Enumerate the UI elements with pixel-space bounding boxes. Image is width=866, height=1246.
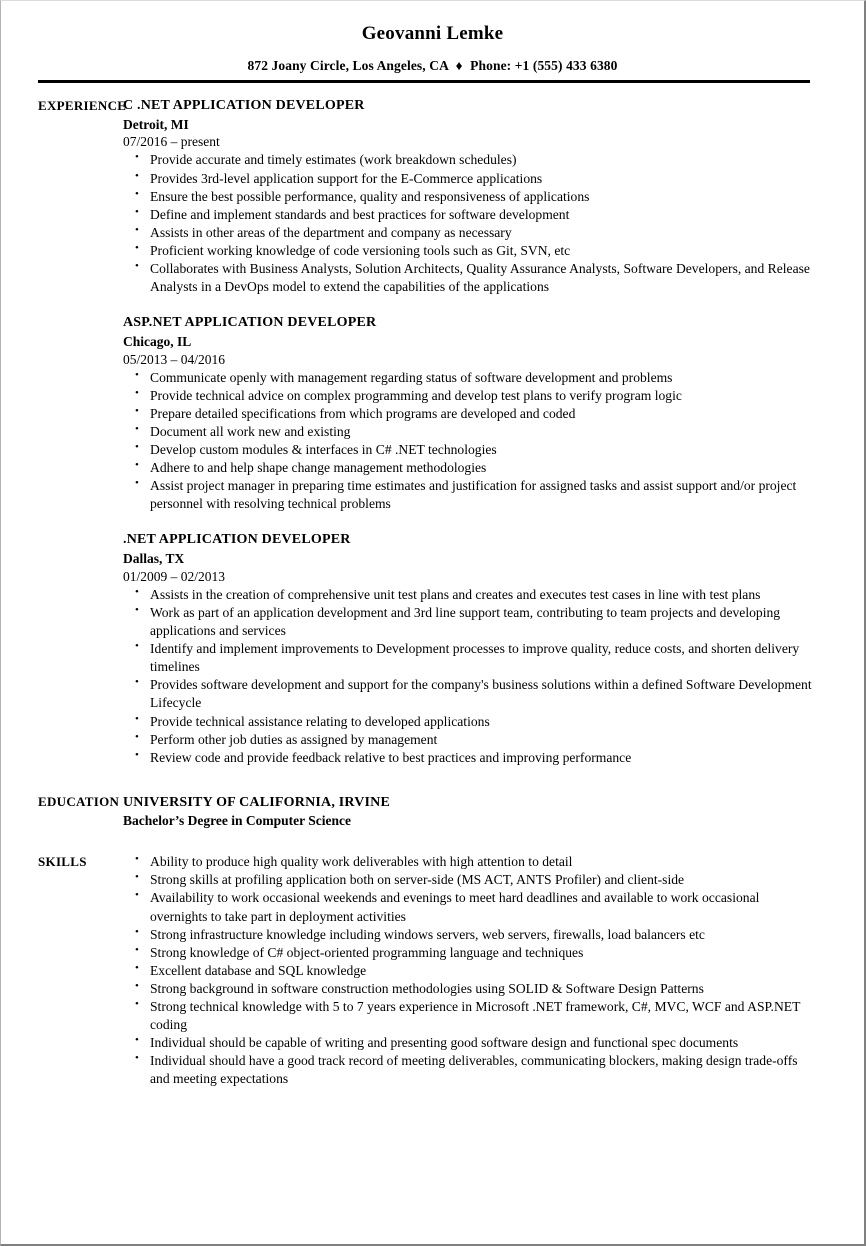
- contact-line: 872 Joany Circle, Los Angeles, CA ♦ Phon…: [1, 58, 864, 74]
- skill-bullet: Excellent database and SQL knowledge: [123, 961, 814, 980]
- job-bullet: Provide technical assistance relating to…: [123, 712, 814, 731]
- skills-bullet-list: Ability to produce high quality work del…: [123, 852, 814, 1088]
- job-bullet: Ensure the best possible performance, qu…: [123, 187, 814, 206]
- job-title: C .NET APPLICATION DEVELOPER: [123, 97, 365, 113]
- job-bullet: Provide technical advice on complex prog…: [123, 386, 814, 405]
- contact-phone: Phone: +1 (555) 433 6380: [470, 57, 618, 73]
- skill-bullet: Availability to work occasional weekends…: [123, 888, 814, 925]
- candidate-name: Geovanni Lemke: [361, 23, 504, 44]
- job-bullet: Assist project manager in preparing time…: [123, 476, 814, 513]
- section-label-experience: EXPERIENCE: [38, 97, 127, 113]
- skill-bullet: Ability to produce high quality work del…: [123, 852, 814, 871]
- job-bullet-list: Provide accurate and timely estimates (w…: [123, 150, 814, 296]
- job-dates: 05/2013 – 04/2016: [123, 351, 226, 367]
- skill-bullet: Individual should have a good track reco…: [123, 1051, 814, 1088]
- job-location: Chicago, IL: [123, 333, 192, 349]
- job-title: ASP.NET APPLICATION DEVELOPER: [123, 315, 377, 331]
- skill-bullet: Strong technical knowledge with 5 to 7 y…: [123, 997, 814, 1034]
- job-bullet: Document all work new and existing: [123, 422, 814, 441]
- section-label-skills: SKILLS: [38, 854, 87, 870]
- resume-header: Geovanni Lemke 872 Joany Circle, Los Ang…: [1, 1, 864, 74]
- job-bullet: Prepare detailed specifications from whi…: [123, 404, 814, 423]
- skills-body: Ability to produce high quality work del…: [123, 852, 864, 1088]
- job-title: .NET APPLICATION DEVELOPER: [123, 532, 351, 548]
- skill-bullet: Strong infrastructure knowledge includin…: [123, 925, 814, 944]
- job-bullet-list: Assists in the creation of comprehensive…: [123, 585, 814, 767]
- experience-section: EXPERIENCE C .NET APPLICATION DEVELOPER …: [1, 97, 864, 767]
- job-bullet: Provide accurate and timely estimates (w…: [123, 150, 814, 169]
- job-bullet: Adhere to and help shape change manageme…: [123, 458, 814, 477]
- job-bullet: Define and implement standards and best …: [123, 205, 814, 224]
- skills-section: SKILLS Ability to produce high quality w…: [1, 852, 864, 1088]
- education-school: UNIVERSITY OF CALIFORNIA, IRVINE: [123, 794, 391, 810]
- skill-bullet: Strong skills at profiling application b…: [123, 870, 814, 889]
- job-bullet: Provides software development and suppor…: [123, 675, 814, 712]
- diamond-separator-icon: ♦: [455, 57, 463, 73]
- job-location: Detroit, MI: [123, 116, 189, 132]
- skill-bullet: Strong background in software constructi…: [123, 979, 814, 998]
- job-bullet: Communicate openly with management regar…: [123, 368, 814, 387]
- job-bullet: Develop custom modules & interfaces in C…: [123, 440, 814, 459]
- job-bullet: Identify and implement improvements to D…: [123, 639, 814, 676]
- resume-page: Geovanni Lemke 872 Joany Circle, Los Ang…: [0, 0, 866, 1246]
- experience-item: C .NET APPLICATION DEVELOPER Detroit, MI…: [123, 97, 814, 296]
- job-dates: 01/2009 – 02/2013: [123, 568, 226, 584]
- job-bullet: Provides 3rd-level application support f…: [123, 169, 814, 188]
- education-section: EDUCATION UNIVERSITY OF CALIFORNIA, IRVI…: [1, 793, 864, 831]
- job-bullet-list: Communicate openly with management regar…: [123, 368, 814, 514]
- job-bullet: Work as part of an application developme…: [123, 603, 814, 640]
- section-label-education: EDUCATION: [38, 793, 120, 809]
- education-body: UNIVERSITY OF CALIFORNIA, IRVINE Bachelo…: [123, 793, 864, 831]
- skill-bullet: Individual should be capable of writing …: [123, 1033, 814, 1052]
- job-bullet: Proficient working knowledge of code ver…: [123, 241, 814, 260]
- job-bullet: Assists in other areas of the department…: [123, 223, 814, 242]
- job-dates: 07/2016 – present: [123, 134, 220, 150]
- resume-content: Geovanni Lemke 872 Joany Circle, Los Ang…: [1, 1, 864, 1088]
- job-bullet: Assists in the creation of comprehensive…: [123, 585, 814, 604]
- experience-body: C .NET APPLICATION DEVELOPER Detroit, MI…: [123, 97, 864, 767]
- experience-item: .NET APPLICATION DEVELOPER Dallas, TX 01…: [123, 531, 814, 766]
- education-degree: Bachelor’s Degree in Computer Science: [123, 813, 351, 829]
- job-bullet: Collaborates with Business Analysts, Sol…: [123, 259, 814, 296]
- skill-bullet: Strong knowledge of C# object-oriented p…: [123, 943, 814, 962]
- experience-item: ASP.NET APPLICATION DEVELOPER Chicago, I…: [123, 314, 814, 513]
- job-location: Dallas, TX: [123, 551, 185, 567]
- job-bullet: Perform other job duties as assigned by …: [123, 730, 814, 749]
- job-bullet: Review code and provide feedback relativ…: [123, 748, 814, 767]
- contact-address: 872 Joany Circle, Los Angeles, CA: [247, 57, 449, 73]
